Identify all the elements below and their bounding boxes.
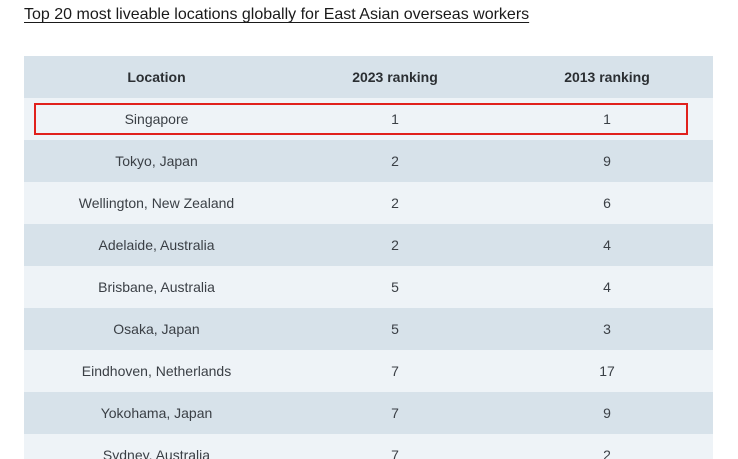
- page-title[interactable]: Top 20 most liveable locations globally …: [24, 6, 529, 24]
- cell-location: Tokyo, Japan: [24, 140, 289, 182]
- table-header-row: Location 2023 ranking 2013 ranking: [24, 56, 713, 98]
- header-2023-ranking: 2023 ranking: [289, 56, 501, 98]
- cell-location: Sydney, Australia: [24, 434, 289, 459]
- cell-2023-ranking: 7: [289, 392, 501, 434]
- cell-location: Wellington, New Zealand: [24, 182, 289, 224]
- header-location: Location: [24, 56, 289, 98]
- table-row: Tokyo, Japan 2 9: [24, 140, 713, 182]
- cell-2023-ranking: 5: [289, 308, 501, 350]
- cell-2013-ranking: 2: [501, 434, 713, 459]
- table-row: Sydney, Australia 7 2: [24, 434, 713, 459]
- cell-2013-ranking: 9: [501, 140, 713, 182]
- cell-2013-ranking: 1: [501, 98, 713, 140]
- cell-2023-ranking: 7: [289, 434, 501, 459]
- ranking-table: Location 2023 ranking 2013 ranking Singa…: [24, 56, 713, 459]
- cell-2013-ranking: 17: [501, 350, 713, 392]
- cell-location: Osaka, Japan: [24, 308, 289, 350]
- table-row: Brisbane, Australia 5 4: [24, 266, 713, 308]
- cell-2023-ranking: 5: [289, 266, 501, 308]
- cell-2023-ranking: 2: [289, 140, 501, 182]
- table-row: Adelaide, Australia 2 4: [24, 224, 713, 266]
- cell-location: Singapore: [24, 98, 289, 140]
- cell-location: Adelaide, Australia: [24, 224, 289, 266]
- table-row: Wellington, New Zealand 2 6: [24, 182, 713, 224]
- cell-location: Eindhoven, Netherlands: [24, 350, 289, 392]
- table-row: Eindhoven, Netherlands 7 17: [24, 350, 713, 392]
- cell-location: Brisbane, Australia: [24, 266, 289, 308]
- table-row: Yokohama, Japan 7 9: [24, 392, 713, 434]
- header-2013-ranking: 2013 ranking: [501, 56, 713, 98]
- cell-2013-ranking: 4: [501, 224, 713, 266]
- cell-2013-ranking: 3: [501, 308, 713, 350]
- table-row: Singapore 1 1: [24, 98, 713, 140]
- cell-2023-ranking: 2: [289, 224, 501, 266]
- cell-2023-ranking: 2: [289, 182, 501, 224]
- cell-2013-ranking: 4: [501, 266, 713, 308]
- cell-location: Yokohama, Japan: [24, 392, 289, 434]
- page: Top 20 most liveable locations globally …: [0, 0, 738, 459]
- cell-2013-ranking: 6: [501, 182, 713, 224]
- cell-2023-ranking: 1: [289, 98, 501, 140]
- cell-2023-ranking: 7: [289, 350, 501, 392]
- cell-2013-ranking: 9: [501, 392, 713, 434]
- table-row: Osaka, Japan 5 3: [24, 308, 713, 350]
- ranking-table-container: Location 2023 ranking 2013 ranking Singa…: [24, 56, 713, 459]
